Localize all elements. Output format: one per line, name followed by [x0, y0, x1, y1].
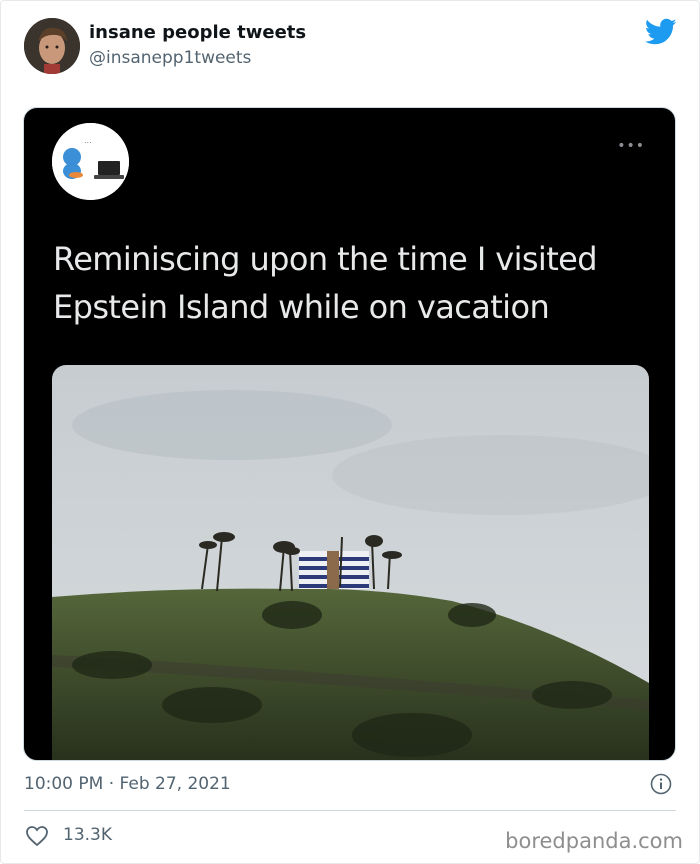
watermark: boredpanda.com	[505, 829, 683, 853]
embedded-tweet-text: Reminiscing upon the time I visited Epst…	[53, 240, 598, 326]
heart-icon[interactable]	[25, 825, 49, 847]
embedded-avatar: ...	[52, 123, 129, 200]
author-name[interactable]: insane people tweets	[89, 22, 306, 43]
tweet-timestamp[interactable]: 10:00 PM · Feb 27, 2021	[24, 774, 231, 794]
more-icon[interactable]: •••	[617, 138, 645, 154]
twitter-bird-icon[interactable]	[645, 18, 677, 46]
footer-divider	[24, 810, 676, 811]
info-icon[interactable]	[650, 773, 672, 795]
embedded-screenshot: ... ••• Reminiscing upon the time I visi…	[23, 107, 676, 761]
like-count[interactable]: 13.3K	[63, 825, 112, 845]
author-avatar[interactable]	[24, 18, 80, 74]
svg-text:...: ...	[84, 136, 92, 145]
tweet-photo[interactable]	[52, 365, 649, 760]
author-handle[interactable]: @insanepp1tweets	[89, 48, 251, 68]
